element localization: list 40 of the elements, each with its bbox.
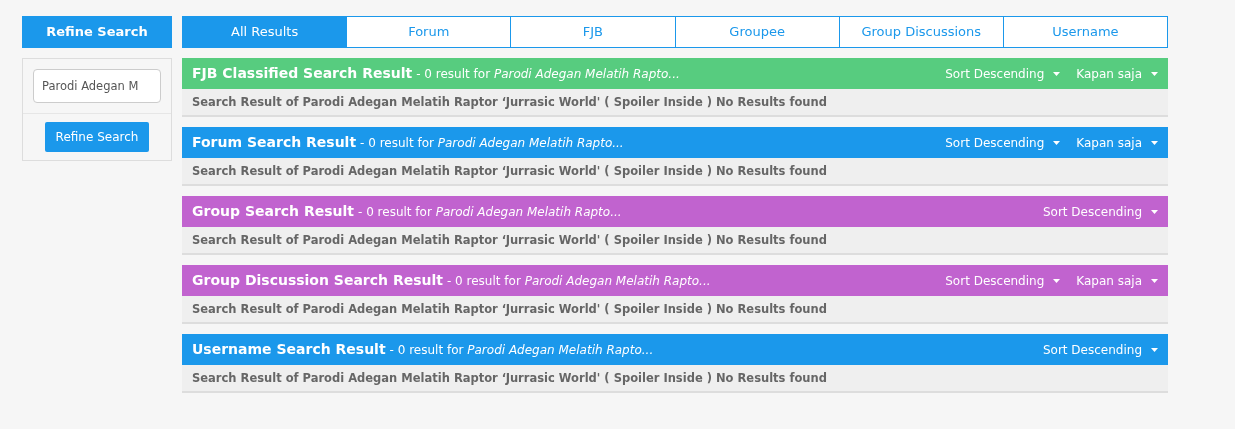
result-tab[interactable]: FJB [511, 16, 676, 48]
caret-icon [1151, 71, 1158, 76]
result-summary: - 0 result for Parodi Adegan Melatih Rapto... [358, 203, 622, 221]
section-title: Group Search Result [192, 202, 354, 221]
caret-icon [1151, 209, 1158, 214]
no-results-message: Search Result of Parodi Adegan Melatih Raptor ‘Jurrasic World' ( Spoiler Inside ) No Results found [182, 158, 1168, 186]
result-tab[interactable]: Groupee [675, 16, 840, 48]
section-title: Username Search Result [192, 340, 386, 359]
result-tab[interactable]: Forum [347, 16, 512, 48]
caret-icon [1151, 278, 1158, 283]
result-tab[interactable]: Group Discussions [839, 16, 1004, 48]
caret-icon [1053, 140, 1061, 145]
dropdown-button[interactable]: Sort Descending [1042, 340, 1158, 359]
dropdown-button[interactable]: Sort Descending [945, 64, 1061, 83]
caret-icon [1053, 278, 1061, 283]
result-summary: - 0 result for Parodi Adegan Melatih Rapto... [416, 65, 680, 83]
caret-icon [1151, 140, 1158, 145]
result-summary: - 0 result for Parodi Adegan Melatih Rapto... [446, 272, 711, 290]
no-results-message: Search Result of Parodi Adegan Melatih Raptor ‘Jurrasic World' ( Spoiler Inside ) No Results found [182, 89, 1168, 117]
section-title: Group Discussion Search Result [192, 271, 443, 290]
refine-search-heading: Refine Search [22, 16, 172, 48]
no-results-message: Search Result of Parodi Adegan Melatih Raptor ‘Jurrasic World' ( Spoiler Inside ) No Results found [182, 227, 1168, 255]
section-title: FJB Classified Search Result [192, 64, 413, 83]
no-results-message: Search Result of Parodi Adegan Melatih Raptor ‘Jurrasic World' ( Spoiler Inside ) No Results found [182, 365, 1168, 393]
search-field[interactable]: Parodi Adegan M [33, 69, 161, 103]
dropdown-button[interactable]: Kapan saja [1076, 64, 1158, 83]
caret-icon [1151, 347, 1158, 352]
dropdown-button[interactable]: Kapan saja [1076, 133, 1158, 152]
result-summary: - 0 result for Parodi Adegan Melatih Rapto... [389, 341, 654, 359]
section-title: Forum Search Result [192, 133, 357, 152]
caret-icon [1053, 71, 1061, 76]
refine-search-button[interactable]: Refine Search [44, 122, 150, 152]
dropdown-button[interactable]: Sort Descending [945, 271, 1061, 290]
result-tab[interactable]: All Results [182, 16, 348, 48]
dropdown-button[interactable]: Sort Descending [945, 133, 1061, 152]
no-results-message: Search Result of Parodi Adegan Melatih Raptor ‘Jurrasic World' ( Spoiler Inside ) No Results found [182, 296, 1168, 324]
dropdown-button[interactable]: Sort Descending [1042, 202, 1158, 221]
dropdown-button[interactable]: Kapan saja [1076, 271, 1158, 290]
result-tab[interactable]: Username [1003, 16, 1169, 48]
result-summary: - 0 result for Parodi Adegan Melatih Rapto... [360, 134, 624, 152]
